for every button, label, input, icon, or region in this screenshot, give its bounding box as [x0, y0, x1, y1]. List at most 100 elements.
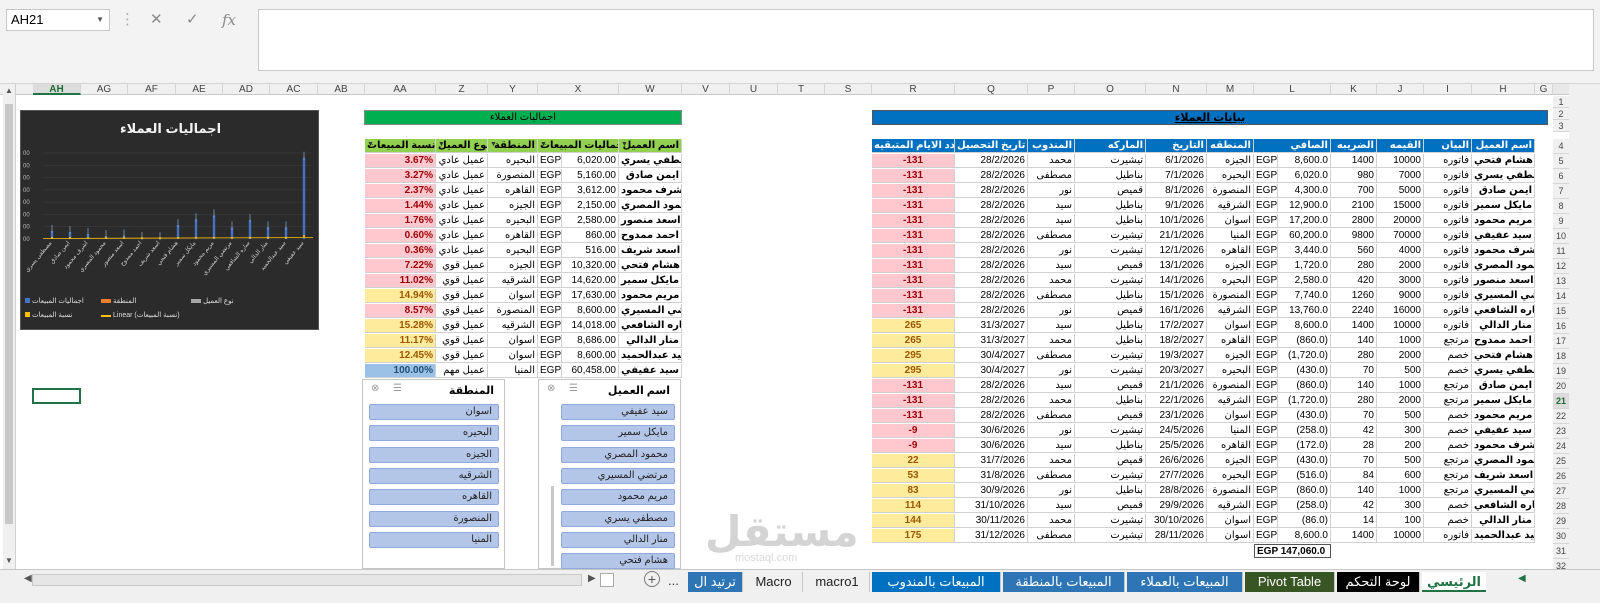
column-header-ag[interactable]: AG — [81, 84, 128, 95]
customer-filter-item[interactable]: مصطفي يسري — [561, 510, 675, 527]
pivot-header-cell[interactable]: نسبة المبيعات — [365, 139, 436, 153]
data-header-cell[interactable]: الماركه — [1075, 139, 1146, 153]
column-header-t[interactable]: T — [778, 84, 825, 95]
row-header-18[interactable]: 18 — [1553, 349, 1569, 364]
pivot-header-cell[interactable]: اجماليات المبيعات — [538, 139, 619, 153]
column-header-w[interactable]: W — [619, 84, 682, 95]
sales-bar[interactable] — [212, 215, 216, 239]
filter-dropdown-icon[interactable]: ▼ — [490, 141, 497, 148]
data-header-cell[interactable]: تاريخ التحصيل — [955, 139, 1028, 153]
row-header-7[interactable]: 7 — [1553, 184, 1569, 199]
sheet-tab[interactable]: ترتيد ال — [688, 572, 743, 592]
column-header-q[interactable]: Q — [955, 84, 1028, 95]
sheet-tab[interactable]: لوحة التحكم — [1337, 572, 1420, 592]
scroll-down-icon[interactable]: ▼ — [5, 556, 13, 565]
region-filter-item[interactable]: الشرقيه — [369, 467, 499, 484]
row-header-26[interactable]: 26 — [1553, 469, 1569, 484]
customer-filter-item[interactable]: مريم محمود — [561, 489, 675, 506]
column-header-l[interactable]: L — [1254, 84, 1331, 95]
data-header-cell[interactable]: التاريخ — [1146, 139, 1207, 153]
data-header-cell[interactable]: عدد الايام المتبقيه — [872, 139, 955, 153]
row-header-25[interactable]: 25 — [1553, 454, 1569, 469]
column-header-k[interactable]: K — [1331, 84, 1377, 95]
more-tabs[interactable]: ... — [668, 573, 679, 588]
column-header-j[interactable]: J — [1377, 84, 1424, 95]
column-header-p[interactable]: P — [1028, 84, 1075, 95]
filter-dropdown-icon[interactable]: ▼ — [621, 141, 628, 148]
row-header-9[interactable]: 9 — [1553, 214, 1569, 229]
data-header-cell[interactable]: الصافي — [1254, 139, 1331, 153]
sales-bar[interactable] — [248, 220, 252, 239]
column-header-ac[interactable]: AC — [270, 84, 318, 95]
column-header-y[interactable]: Y — [488, 84, 538, 95]
row-header-20[interactable]: 20 — [1553, 379, 1569, 394]
sheet-tab[interactable]: المبيعات بالمندوب — [872, 572, 1001, 592]
column-header-m[interactable]: M — [1207, 84, 1254, 95]
customer-filter-item[interactable]: هشام فتحي — [561, 553, 675, 570]
horizontal-scrollbar[interactable] — [32, 574, 582, 586]
customer-filter-item[interactable]: مايكل سمير — [561, 425, 675, 442]
region-filter-item[interactable]: القاهره — [369, 489, 499, 506]
sheet-tab[interactable]: الرئيسي — [1422, 572, 1486, 592]
row-header-11[interactable]: 11 — [1553, 244, 1569, 259]
multi-select-icon[interactable]: ☰ — [569, 383, 578, 394]
region-filter-item[interactable]: المنصورة — [369, 510, 499, 527]
row-header-2[interactable]: 2 — [1553, 108, 1569, 120]
column-header-x[interactable]: X — [538, 84, 619, 95]
filter-dropdown-icon[interactable]: ▼ — [540, 141, 547, 148]
row-header-12[interactable]: 12 — [1553, 259, 1569, 274]
scroll-right-icon[interactable]: ▶ — [588, 573, 596, 584]
row-header-22[interactable]: 22 — [1553, 409, 1569, 424]
data-header-cell[interactable]: البيان — [1424, 139, 1472, 153]
row-header-29[interactable]: 29 — [1553, 514, 1569, 529]
column-header-h[interactable]: H — [1472, 84, 1535, 95]
customers-chart[interactable]: اجماليات العملاء 00 00 00 00 00 00 00 00 مصطفى ي… — [20, 110, 319, 330]
column-header-u[interactable]: U — [730, 84, 778, 95]
data-header-cell[interactable]: القيمه — [1377, 139, 1424, 153]
scroll-left-icon[interactable]: ◀ — [24, 573, 32, 584]
row-header-30[interactable]: 30 — [1553, 529, 1569, 544]
sheet-tab[interactable]: Macro — [745, 572, 803, 592]
pivot-header-cell[interactable]: اسم العميل — [619, 139, 682, 153]
filter-dropdown-icon[interactable]: ▼ — [367, 141, 374, 148]
sheet-nav-box[interactable] — [600, 573, 614, 587]
row-header-24[interactable]: 24 — [1553, 439, 1569, 454]
slicer-scrollbar[interactable] — [551, 486, 554, 566]
sheet-tab[interactable]: Pivot Table — [1245, 572, 1335, 592]
filter-dropdown-icon[interactable]: ▼ — [438, 141, 445, 148]
sheet-tab[interactable]: المبيعات بالعملاء — [1127, 572, 1243, 592]
data-header-cell[interactable]: المندوب — [1028, 139, 1075, 153]
row-header-13[interactable]: 13 — [1553, 274, 1569, 289]
row-header-16[interactable]: 16 — [1553, 319, 1569, 334]
row-header-28[interactable]: 28 — [1553, 499, 1569, 514]
row-header-23[interactable]: 23 — [1553, 424, 1569, 439]
column-header-ae[interactable]: AE — [176, 84, 223, 95]
column-header-ah[interactable]: AH — [33, 84, 81, 95]
formula-input[interactable] — [258, 9, 1594, 71]
scroll-up-icon[interactable]: ▲ — [5, 86, 13, 95]
data-header-cell[interactable]: اسم العميل — [1472, 139, 1535, 153]
region-filter-item[interactable]: البحيره — [369, 425, 499, 442]
select-all-corner[interactable] — [1553, 84, 1569, 95]
row-header-5[interactable]: 5 — [1553, 154, 1569, 169]
row-header-14[interactable]: 14 — [1553, 289, 1569, 304]
active-cell[interactable] — [32, 388, 81, 404]
customer-filter-item[interactable]: سيد عفيفي — [561, 404, 675, 420]
column-header-s[interactable]: S — [825, 84, 872, 95]
clear-filter-icon[interactable]: ⊗ — [547, 383, 555, 394]
column-header-aa[interactable]: AA — [365, 84, 436, 95]
customer-filter-item[interactable]: مرتضي المسيري — [561, 467, 675, 484]
row-header-15[interactable]: 15 — [1553, 304, 1569, 319]
column-header-v[interactable]: V — [682, 84, 730, 95]
sheet-tab[interactable]: macro1 — [805, 572, 870, 592]
customer-filter-item[interactable]: محمود المصري — [561, 446, 675, 463]
clear-filter-icon[interactable]: ⊗ — [371, 383, 379, 394]
row-header-6[interactable]: 6 — [1553, 169, 1569, 184]
add-sheet-icon[interactable]: + — [644, 571, 660, 587]
tab-scroll-icon[interactable]: ◀ — [1518, 573, 1526, 584]
row-header-17[interactable]: 17 — [1553, 334, 1569, 349]
row-header-1[interactable]: 1 — [1553, 96, 1569, 108]
column-header-i[interactable]: I — [1424, 84, 1472, 95]
row-header-19[interactable]: 19 — [1553, 364, 1569, 379]
region-slicer[interactable]: المنطقة ⊗ ☰ اسوان البحيره الجيزه الشرقيه الق… — [362, 379, 505, 569]
